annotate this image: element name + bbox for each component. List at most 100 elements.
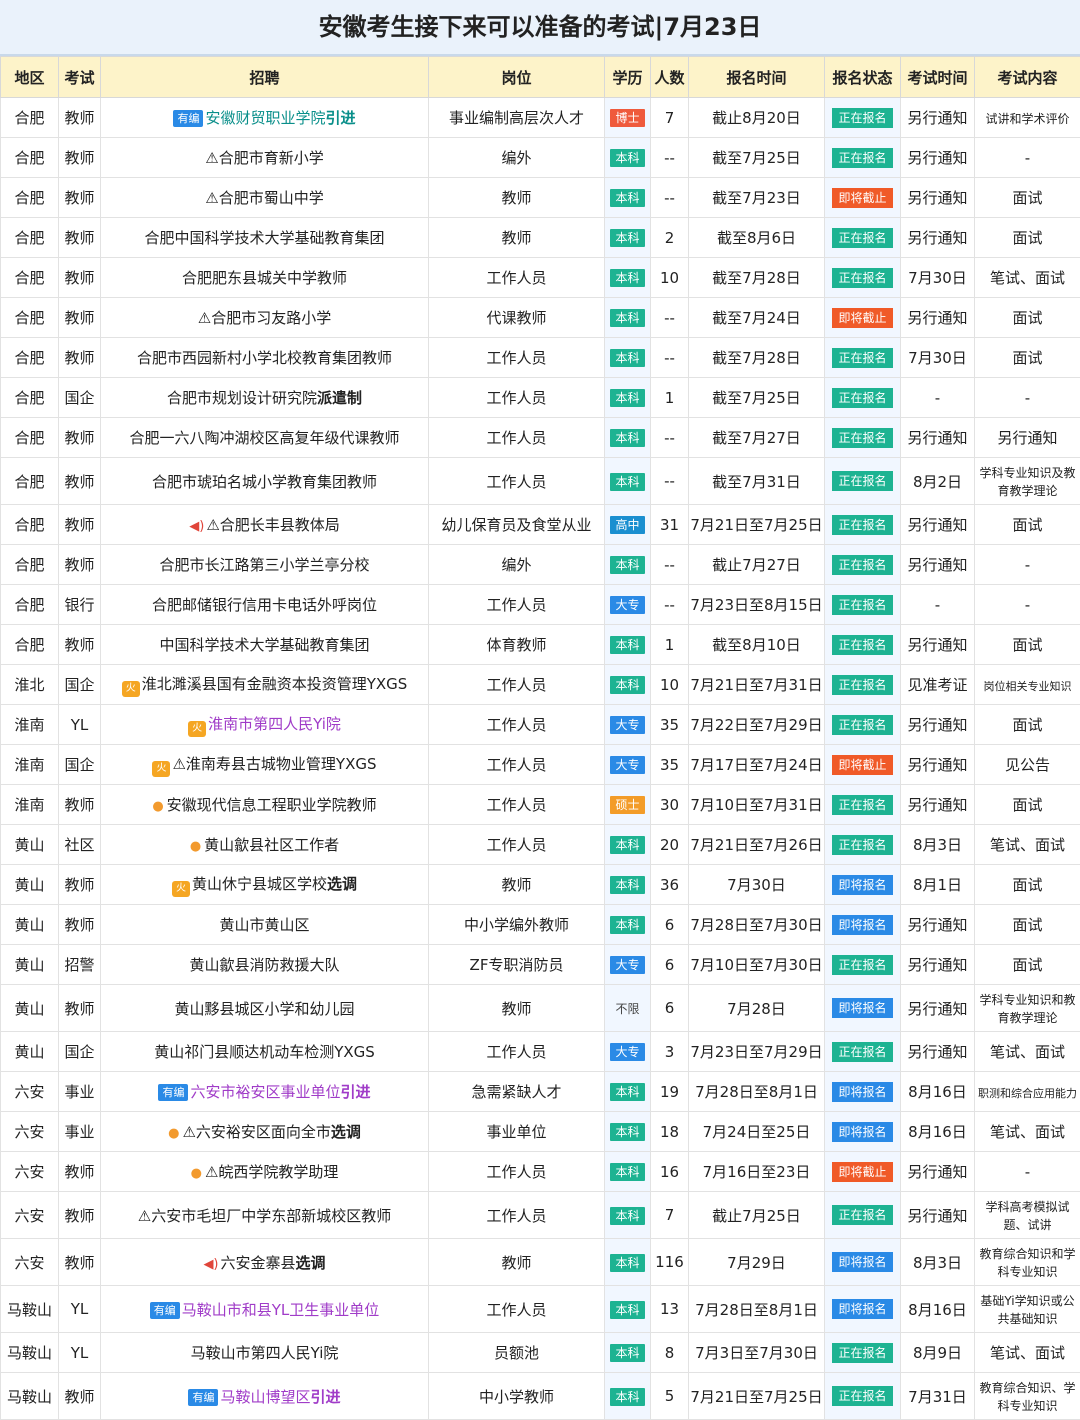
recruit-name: 合肥邮储银行信用卡电话外呼岗位 <box>151 596 377 614</box>
cell-recruit[interactable]: 有编 马鞍山博望区引进 <box>100 1372 429 1420</box>
recruit-name: 合肥市长江路第三小学兰亭分校 <box>159 556 370 574</box>
cell-recruit[interactable]: 合肥市规划设计研究院派遣制 <box>100 377 429 418</box>
content-text: 面试 <box>1012 229 1043 247</box>
cell-edu: 本科 <box>604 1285 651 1333</box>
recruit-name: 黄山休宁县城区学校 <box>191 874 327 893</box>
cell-num: 2 <box>650 217 689 258</box>
recruit-name-emphasis: 引进 <box>310 1387 341 1406</box>
cell-recruit[interactable]: ● 安徽现代信息工程职业学院教师 <box>100 784 429 825</box>
table-row: 合肥 教师 合肥市西园新村小学北校教育集团教师 工作人员 本科 -- 截至7月28日 正在报名… <box>0 337 1080 378</box>
cell-content: 面试 <box>974 704 1080 745</box>
cell-content: 笔试、面试 <box>974 257 1080 298</box>
cell-recruit[interactable]: 黄山市黄山区 <box>100 904 429 945</box>
hot-icon: 火 <box>121 680 140 697</box>
cell-exam-time: 7月30日 <box>900 337 975 378</box>
cell-type: YL <box>58 704 101 745</box>
cell-num: 6 <box>650 984 689 1032</box>
status-badge: 正在报名 <box>832 674 893 695</box>
cell-content: - <box>974 137 1080 178</box>
cell-recruit[interactable]: 合肥一六八陶冲湖校区高复年级代课教师 <box>100 417 429 458</box>
recruit-name: 黄山市黄山区 <box>219 916 310 934</box>
cell-recruit[interactable]: 黄山祁门县顺达机动车检测YXGS <box>100 1031 429 1072</box>
cell-recruit[interactable]: ◀) ⚠合肥长丰县教体局 <box>100 504 429 545</box>
cell-region: 合肥 <box>0 97 59 138</box>
content-text: 笔试、面试 <box>989 1123 1065 1141</box>
content-text: 面试 <box>1012 349 1043 367</box>
cell-recruit[interactable]: ● ⚠皖西学院教学助理 <box>100 1151 429 1192</box>
cell-status: 正在报名 <box>824 824 901 865</box>
header-post: 岗位 <box>428 56 605 98</box>
cell-content: 面试 <box>974 624 1080 665</box>
cell-region: 黄山 <box>0 944 59 985</box>
cell-recruit[interactable]: ● 黄山歙县社区工作者 <box>100 824 429 865</box>
content-text: 面试 <box>1012 516 1043 534</box>
cell-num: -- <box>650 297 689 338</box>
cell-recruit[interactable]: 有编 安徽财贸职业学院引进 <box>100 97 429 138</box>
table-row: 合肥 教师 有编 安徽财贸职业学院引进 事业编制高层次人才 博士 7 截止8月20日 正在报名另… <box>0 97 1080 138</box>
cell-num: 116 <box>650 1238 689 1286</box>
content-text: 基础Yi学知识或公共基础知识 <box>980 1294 1075 1326</box>
cell-recruit[interactable]: 火 ⚠淮南寿县古城物业管理YXGS <box>100 744 429 785</box>
edu-badge: 大专 <box>610 756 645 774</box>
cell-exam-time: 8月3日 <box>900 1238 975 1286</box>
cell-edu: 本科 <box>604 624 651 665</box>
cell-exam-time: 8月9日 <box>900 1332 975 1373</box>
cell-recruit[interactable]: 黄山歙县消防救援大队 <box>100 944 429 985</box>
cell-status: 正在报名 <box>824 584 901 625</box>
cell-edu: 本科 <box>604 1191 651 1239</box>
status-badge: 即将截止 <box>832 187 893 208</box>
cell-recruit[interactable]: 火淮北濉溪县国有金融资本投资管理YXGS <box>100 664 429 705</box>
cell-exam-time: 另行通知 <box>900 97 975 138</box>
cell-post: 教师 <box>428 1238 605 1286</box>
content-text: 另行通知 <box>997 429 1058 447</box>
cell-recruit[interactable]: 合肥邮储银行信用卡电话外呼岗位 <box>100 584 429 625</box>
cell-recruit[interactable]: 黄山黟县城区小学和幼儿园 <box>100 984 429 1032</box>
cell-recruit[interactable]: 有编 六安市裕安区事业单位引进 <box>100 1071 429 1112</box>
header-reg-time: 报名时间 <box>688 56 825 98</box>
cell-edu: 本科 <box>604 297 651 338</box>
cell-recruit[interactable]: ⚠合肥市习友路小学 <box>100 297 429 338</box>
cell-exam-time: 7月31日 <box>900 1372 975 1420</box>
cell-exam-time: 另行通知 <box>900 744 975 785</box>
cell-recruit[interactable]: 合肥市琥珀名城小学教育集团教师 <box>100 457 429 505</box>
header-status: 报名状态 <box>824 56 901 98</box>
hot-icon: 火 <box>171 880 190 897</box>
cell-region: 淮北 <box>0 664 59 705</box>
cell-num: 1 <box>650 377 689 418</box>
edu-badge: 本科 <box>610 1300 645 1319</box>
cell-num: 7 <box>650 1191 689 1239</box>
cell-recruit[interactable]: ⚠合肥市蜀山中学 <box>100 177 429 218</box>
cell-recruit[interactable]: ◀) 六安金寨县选调 <box>100 1238 429 1286</box>
cell-exam-time: 另行通知 <box>900 504 975 545</box>
cell-exam-time: 另行通知 <box>900 984 975 1032</box>
cell-recruit[interactable]: ● ⚠六安裕安区面向全市选调 <box>100 1111 429 1152</box>
table-row: 淮北 国企火淮北濉溪县国有金融资本投资管理YXGS 工作人员 本科 10 7月21日至7月… <box>0 664 1080 705</box>
cell-reg-time: 7月28日至7月30日 <box>688 904 825 945</box>
edu-badge: 本科 <box>610 916 645 934</box>
cell-post: 工作人员 <box>428 1031 605 1072</box>
table-row: 淮南 YL 火淮南市第四人民Yi院 工作人员 大专 35 7月22日至7月29日 正在报名 另行… <box>0 704 1080 745</box>
cell-recruit[interactable]: 火淮南市第四人民Yi院 <box>100 704 429 745</box>
cell-recruit[interactable]: 合肥市西园新村小学北校教育集团教师 <box>100 337 429 378</box>
cell-type: YL <box>58 1332 101 1373</box>
cell-edu: 大专 <box>604 744 651 785</box>
cell-type: 教师 <box>58 1191 101 1239</box>
cell-recruit[interactable]: 中国科学技术大学基础教育集团 <box>100 624 429 665</box>
cell-recruit[interactable]: 合肥市长江路第三小学兰亭分校 <box>100 544 429 585</box>
cell-recruit[interactable]: 合肥中国科学技术大学基础教育集团 <box>100 217 429 258</box>
cell-status: 正在报名 <box>824 217 901 258</box>
cell-recruit[interactable]: 火黄山休宁县城区学校选调 <box>100 864 429 905</box>
cell-edu: 本科 <box>604 337 651 378</box>
cell-status: 即将报名 <box>824 1238 901 1286</box>
cell-type: 社区 <box>58 824 101 865</box>
cell-recruit[interactable]: ⚠六安市毛坦厂中学东部新城校区教师 <box>100 1191 429 1239</box>
cell-recruit[interactable]: 合肥肥东县城关中学教师 <box>100 257 429 298</box>
cell-recruit[interactable]: 马鞍山市第四人民Yi院 <box>100 1332 429 1373</box>
cell-type: 教师 <box>58 904 101 945</box>
cell-num: 6 <box>650 904 689 945</box>
status-badge: 正在报名 <box>832 834 893 855</box>
cell-type: 教师 <box>58 544 101 585</box>
cell-content: 教育综合知识、学科专业知识 <box>974 1372 1080 1420</box>
cell-recruit[interactable]: ⚠合肥市育新小学 <box>100 137 429 178</box>
cell-recruit[interactable]: 有编 马鞍山市和县YL卫生事业单位 <box>100 1285 429 1333</box>
